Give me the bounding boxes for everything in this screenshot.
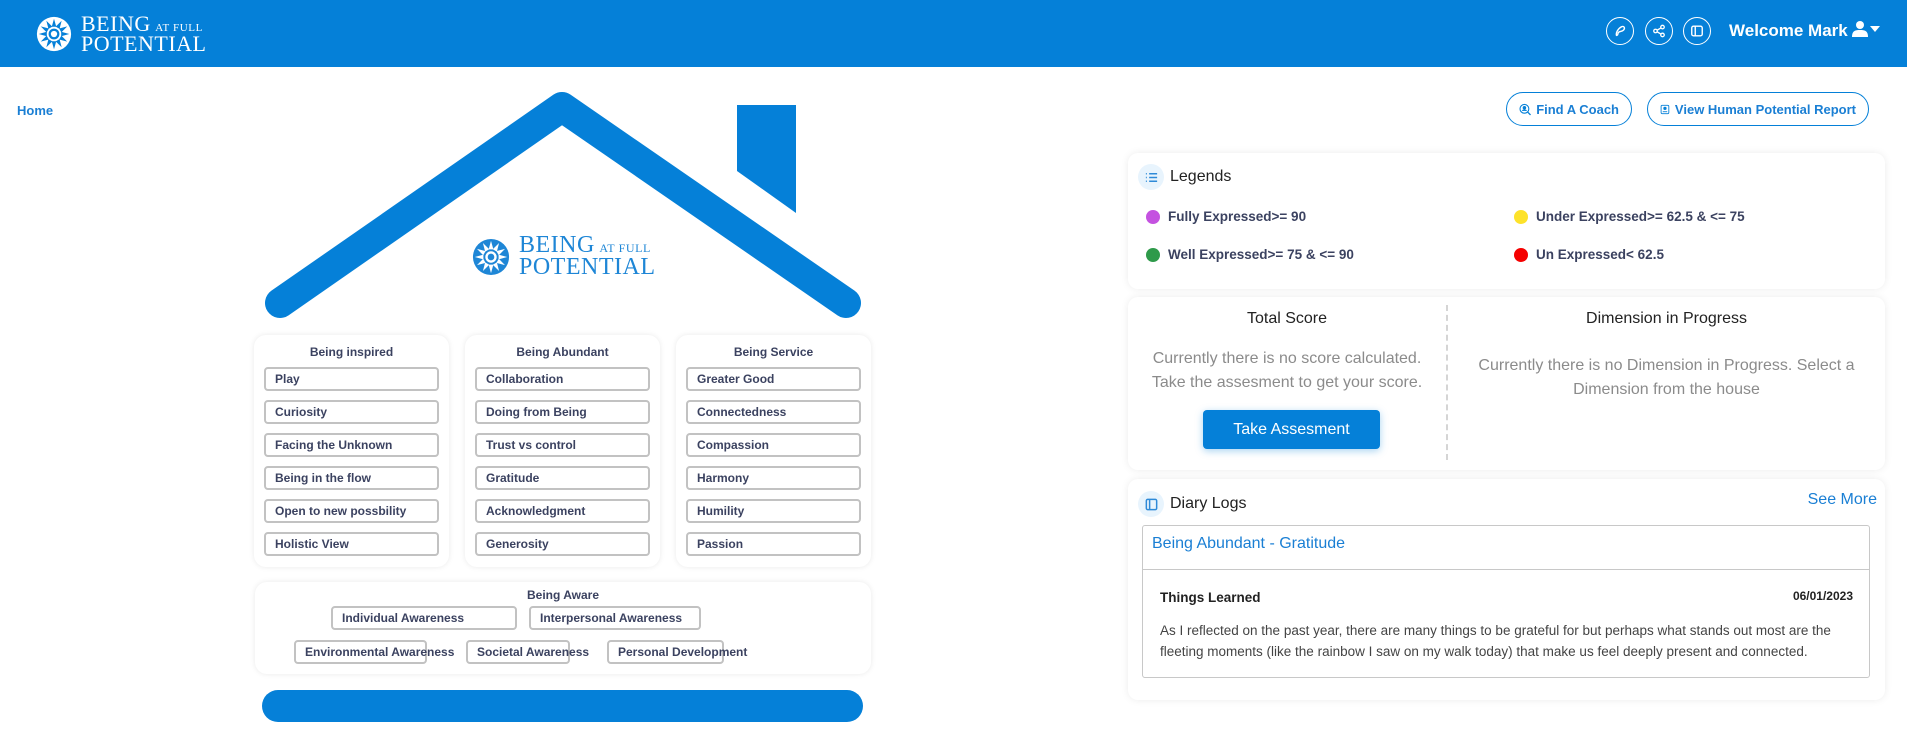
dimension-item[interactable]: Gratitude xyxy=(475,466,650,490)
dimension-item[interactable]: Humility xyxy=(686,499,861,523)
find-coach-button[interactable]: Find A Coach xyxy=(1506,92,1632,126)
house-wordmark: BEING AT FULL POTENTIAL xyxy=(519,233,656,280)
share-icon xyxy=(1653,24,1665,38)
dimension-item[interactable]: Trust vs control xyxy=(475,433,650,457)
dimension-progress-title: Dimension in Progress xyxy=(1586,310,1747,327)
dimension-item[interactable]: Connectedness xyxy=(686,400,861,424)
legends-header: Legends xyxy=(1138,164,1231,190)
dimension-item[interactable]: Individual Awareness xyxy=(331,606,517,630)
dimension-progress-text: Dimension from the house xyxy=(1573,381,1760,398)
diary-icon xyxy=(1138,491,1164,517)
legend-item: Fully Expressed>= 90 xyxy=(1146,209,1306,224)
dimension-card-being-inspired: Being inspired Play Curiosity Facing the… xyxy=(254,335,449,567)
legend-dot-un-expressed xyxy=(1514,247,1528,262)
sun-logo-icon xyxy=(36,16,72,52)
legend-dot-well-expressed xyxy=(1146,247,1160,262)
share-button[interactable] xyxy=(1645,17,1673,45)
report-icon xyxy=(1660,104,1670,114)
welcome-text: Welcome Mark xyxy=(1729,21,1848,40)
dimension-item[interactable]: Generosity xyxy=(475,532,650,556)
legend-dot-fully-expressed xyxy=(1146,209,1160,224)
dimension-item[interactable]: Being in the flow xyxy=(264,466,439,490)
sun-logo-icon xyxy=(472,238,510,275)
dimension-item[interactable]: Greater Good xyxy=(686,367,861,391)
score-panel: Total Score Currently there is no score … xyxy=(1128,297,1885,470)
legend-item: Well Expressed>= 75 & <= 90 xyxy=(1146,247,1354,262)
house-brand-line1-small: AT FULL xyxy=(599,241,651,255)
dimension-progress-section: Dimension in Progress Currently there is… xyxy=(1448,297,1885,470)
sidebar-toggle-button[interactable] xyxy=(1683,17,1711,45)
legend-item: Un Expressed< 62.5 xyxy=(1514,247,1664,262)
house-chimney xyxy=(737,105,796,213)
user-icon xyxy=(1852,21,1868,37)
find-coach-icon xyxy=(1519,103,1531,115)
dimension-item[interactable]: Harmony xyxy=(686,466,861,490)
dimension-item[interactable]: Interpersonal Awareness xyxy=(529,606,701,630)
chevron-down-icon xyxy=(1870,25,1880,32)
user-menu-dropdown[interactable] xyxy=(1852,20,1880,37)
dimension-item[interactable]: Facing the Unknown xyxy=(264,433,439,457)
legend-label: Un Expressed< 62.5 xyxy=(1536,247,1664,262)
see-more-link[interactable]: See More xyxy=(1808,491,1877,509)
legend-label: Well Expressed>= 75 & <= 90 xyxy=(1168,247,1354,262)
dimension-item[interactable]: Societal Awareness xyxy=(466,640,589,664)
dimension-item[interactable]: Collaboration xyxy=(475,367,650,391)
edit-button[interactable] xyxy=(1606,17,1634,45)
diary-entry-date: 06/01/2023 xyxy=(1792,589,1853,603)
dimension-progress-text: Currently there is no Dimension in Progr… xyxy=(1478,357,1855,374)
brand-logo[interactable]: BEING AT FULL POTENTIAL xyxy=(36,13,207,57)
dimension-item[interactable]: Curiosity xyxy=(264,400,439,424)
dimension-title: Being Aware xyxy=(526,588,600,602)
dimension-item[interactable]: Play xyxy=(264,367,439,391)
brand-line2: POTENTIAL xyxy=(81,31,207,57)
dimension-card-being-abundant: Being Abundant Collaboration Doing from … xyxy=(465,335,660,567)
house-logo: BEING AT FULL POTENTIAL xyxy=(472,233,656,280)
view-report-button[interactable]: View Human Potential Report xyxy=(1647,92,1869,126)
take-assessment-button[interactable]: Take Assesment xyxy=(1203,410,1380,449)
dimension-item[interactable]: Environmental Awareness xyxy=(294,640,454,664)
dimension-card-being-aware: Being Aware Individual Awareness Interpe… xyxy=(255,582,871,674)
brand-wordmark: BEING AT FULL POTENTIAL xyxy=(81,13,207,57)
legend-label: Under Expressed>= 62.5 & <= 75 xyxy=(1536,209,1745,224)
dimension-title: Being Abundant xyxy=(516,345,609,359)
house-foundation xyxy=(262,690,863,722)
diary-entry-divider xyxy=(1143,569,1869,570)
diary-entry[interactable]: Being Abundant - Gratitude Things Learne… xyxy=(1142,525,1870,678)
top-navbar: BEING AT FULL POTENTIAL Welcome Mark xyxy=(0,0,1907,67)
diary-entry-title[interactable]: Being Abundant - Gratitude xyxy=(1152,535,1345,553)
diary-logs-panel: Diary Logs See More Being Abundant - Gra… xyxy=(1128,479,1885,700)
dimension-title: Being inspired xyxy=(309,345,394,359)
dimension-item[interactable]: Compassion xyxy=(686,433,861,457)
dimension-item[interactable]: Personal Development xyxy=(607,640,747,664)
diary-entry-body: As I reflected on the past year, there a… xyxy=(1160,623,1831,659)
house-brand-line2: POTENTIAL xyxy=(519,253,656,280)
total-score-text: Currently there is no score calculated. xyxy=(1152,350,1422,367)
diary-entry-subtitle: Things Learned xyxy=(1160,590,1261,605)
view-report-label: View Human Potential Report xyxy=(1674,101,1856,117)
total-score-text: Take the assesment to get your score. xyxy=(1151,374,1423,391)
dimension-item[interactable]: Acknowledgment xyxy=(475,499,650,523)
total-score-section: Total Score Currently there is no score … xyxy=(1128,297,1446,470)
dimension-item[interactable]: Doing from Being xyxy=(475,400,650,424)
diary-header: Diary Logs xyxy=(1138,491,1246,517)
legend-item: Under Expressed>= 62.5 & <= 75 xyxy=(1514,209,1745,224)
legend-label: Fully Expressed>= 90 xyxy=(1168,209,1307,224)
legends-title: Legends xyxy=(1170,168,1232,185)
list-icon xyxy=(1138,164,1164,190)
dimension-card-being-service: Being Service Greater Good Connectedness… xyxy=(676,335,871,567)
find-coach-label: Find A Coach xyxy=(1536,101,1619,117)
legend-dot-under-expressed xyxy=(1514,209,1528,224)
breadcrumb-home[interactable]: Home xyxy=(17,103,53,118)
sidebar-toggle-icon xyxy=(1691,25,1703,37)
dimension-title: Being Service xyxy=(733,345,814,359)
diary-title: Diary Logs xyxy=(1170,495,1247,512)
legends-panel: Legends Fully Expressed>= 90 Well Expres… xyxy=(1128,153,1885,289)
dimension-item[interactable]: Passion xyxy=(686,532,861,556)
edit-icon xyxy=(1615,25,1626,37)
dimension-item[interactable]: Open to new possbility xyxy=(264,499,439,523)
dimension-item[interactable]: Holistic View xyxy=(264,532,439,556)
total-score-title: Total Score xyxy=(1246,310,1328,327)
